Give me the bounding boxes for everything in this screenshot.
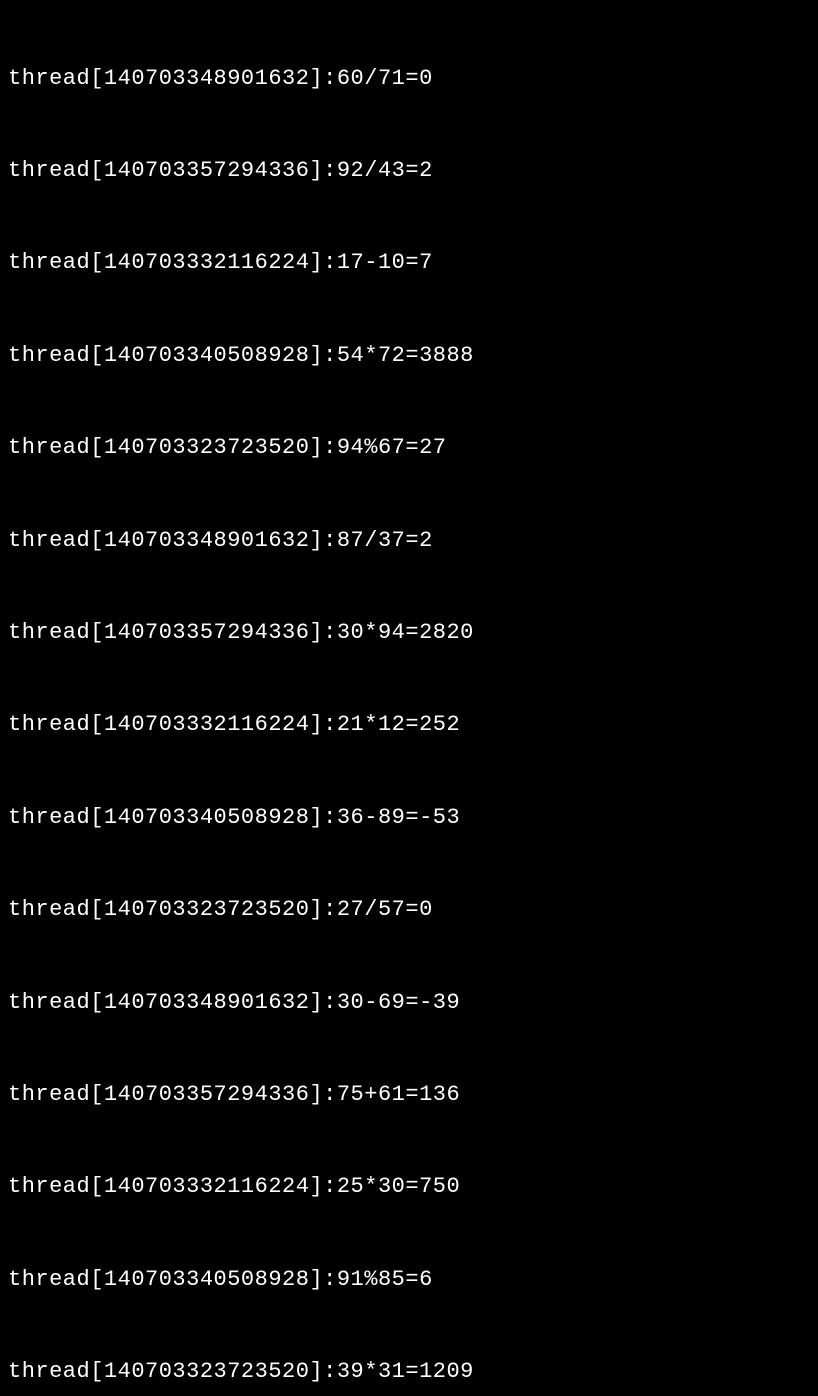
output-line: thread[140703323723520]:39*31=1209 (8, 1357, 810, 1388)
output-line: thread[140703332116224]:25*30=750 (8, 1172, 810, 1203)
output-line: thread[140703348901632]:87/37=2 (8, 526, 810, 557)
output-line: thread[140703348901632]:30-69=-39 (8, 988, 810, 1019)
output-line: thread[140703332116224]:17-10=7 (8, 248, 810, 279)
output-line: thread[140703323723520]:94%67=27 (8, 433, 810, 464)
output-line: thread[140703340508928]:91%85=6 (8, 1265, 810, 1296)
output-line: thread[140703340508928]:36-89=-53 (8, 803, 810, 834)
terminal-output: thread[140703348901632]:60/71=0 thread[1… (8, 2, 810, 1396)
output-line: thread[140703357294336]:75+61=136 (8, 1080, 810, 1111)
output-line: thread[140703323723520]:27/57=0 (8, 895, 810, 926)
output-line: thread[140703332116224]:21*12=252 (8, 710, 810, 741)
output-line: thread[140703348901632]:60/71=0 (8, 64, 810, 95)
output-line: thread[140703340508928]:54*72=3888 (8, 341, 810, 372)
output-line: thread[140703357294336]:30*94=2820 (8, 618, 810, 649)
output-line: thread[140703357294336]:92/43=2 (8, 156, 810, 187)
